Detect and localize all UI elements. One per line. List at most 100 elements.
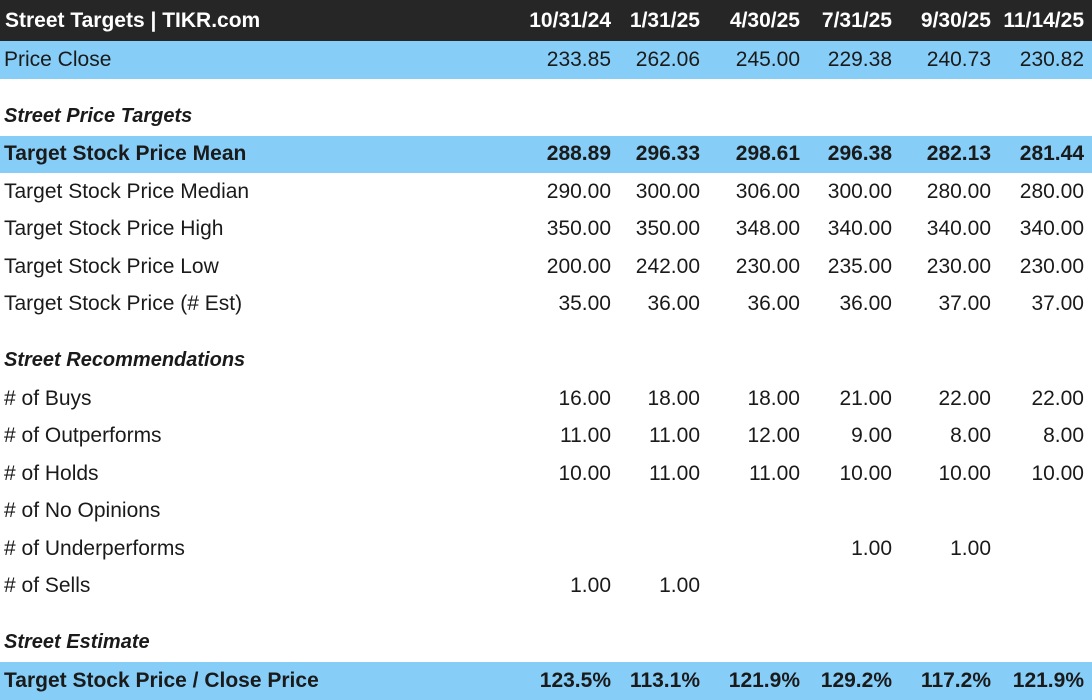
row-value: 298.61	[735, 142, 800, 166]
row-value: 36.00	[839, 292, 892, 316]
row-value: 290.00	[546, 179, 611, 203]
row-label: Target Stock Price Low	[4, 254, 219, 278]
row-label: Price Close	[4, 47, 112, 71]
row-value: 230.00	[926, 254, 991, 278]
section-heading-recommendations: Street Recommendations	[0, 323, 1092, 380]
buys-row: # of Buys 16.00 18.00 18.00 21.00 22.00 …	[0, 380, 1092, 418]
section-title: Street Price Targets	[4, 104, 193, 127]
row-value: 300.00	[827, 179, 892, 203]
sells-row: # of Sells 1.00 1.00	[0, 568, 1092, 606]
row-value: 200.00	[546, 254, 611, 278]
row-value: 340.00	[827, 217, 892, 241]
target-estimates-count-row: Target Stock Price (# Est) 35.00 36.00 3…	[0, 286, 1092, 324]
row-label: Target Stock Price / Close Price	[4, 668, 319, 692]
row-label: Target Stock Price Mean	[4, 142, 247, 166]
row-value: 233.85	[546, 47, 611, 71]
row-label: # of No Opinions	[4, 499, 161, 523]
row-value: 11.00	[560, 424, 611, 448]
row-value: 35.00	[558, 292, 611, 316]
target-low-row: Target Stock Price Low 200.00 242.00 230…	[0, 248, 1092, 286]
row-value: 12.00	[747, 424, 800, 448]
row-value: 22.00	[938, 386, 991, 410]
row-value: 11.00	[649, 461, 700, 485]
row-label: # of Buys	[4, 386, 92, 410]
row-value: 113.1%	[629, 668, 700, 692]
no-opinions-row: # of No Opinions	[0, 493, 1092, 531]
row-value: 117.2%	[920, 668, 991, 692]
row-value: 121.9%	[728, 668, 800, 692]
row-value: 10.00	[558, 461, 611, 485]
row-value: 8.00	[1043, 424, 1084, 448]
underperforms-row: # of Underperforms 1.00 1.00	[0, 530, 1092, 568]
target-median-row: Target Stock Price Median 290.00 300.00 …	[0, 173, 1092, 211]
row-value: 18.00	[647, 386, 700, 410]
date-header: 10/31/24	[529, 8, 611, 32]
row-label: # of Outperforms	[4, 424, 162, 448]
row-value: 1.00	[851, 536, 892, 560]
row-value: 36.00	[747, 292, 800, 316]
row-value: 37.00	[1031, 292, 1084, 316]
holds-row: # of Holds 10.00 11.00 11.00 10.00 10.00…	[0, 455, 1092, 493]
row-label: # of Underperforms	[4, 536, 185, 560]
row-value: 121.9%	[1012, 668, 1084, 692]
row-label: Target Stock Price Median	[4, 179, 250, 203]
date-header: 4/30/25	[729, 8, 800, 32]
outperforms-row: # of Outperforms 11.00 11.00 12.00 9.00 …	[0, 418, 1092, 456]
row-value: 129.2%	[820, 668, 892, 692]
row-value: 235.00	[827, 254, 892, 278]
table-title: Street Targets | TIKR.com	[5, 8, 261, 32]
date-header: 1/31/25	[629, 8, 700, 32]
price-close-row: Price Close 233.85 262.06 245.00 229.38 …	[0, 41, 1092, 79]
date-header: 11/14/25	[1003, 8, 1084, 32]
row-value: 21.00	[839, 386, 892, 410]
row-value: 123.5%	[539, 668, 611, 692]
row-value: 1.00	[659, 574, 700, 598]
table-header: Street Targets | TIKR.com 10/31/24 1/31/…	[0, 0, 1092, 41]
row-value: 18.00	[747, 386, 800, 410]
row-value: 10.00	[1031, 461, 1084, 485]
row-label: Target Stock Price High	[4, 217, 224, 241]
row-value: 36.00	[647, 292, 700, 316]
row-value: 8.00	[950, 424, 991, 448]
date-header: 9/30/25	[920, 8, 991, 32]
row-value: 240.73	[926, 47, 991, 71]
row-value: 288.89	[546, 142, 611, 166]
row-value: 340.00	[926, 217, 991, 241]
row-value: 280.00	[926, 179, 991, 203]
row-value: 340.00	[1019, 217, 1084, 241]
row-value: 306.00	[735, 179, 800, 203]
section-title: Street Estimate	[4, 631, 150, 653]
target-high-row: Target Stock Price High 350.00 350.00 34…	[0, 211, 1092, 249]
row-value: 9.00	[851, 424, 892, 448]
target-to-close-row: Target Stock Price / Close Price 123.5% …	[0, 662, 1092, 700]
date-header: 7/31/25	[821, 8, 892, 32]
row-value: 348.00	[735, 217, 800, 241]
section-heading-price-targets: Street Price Targets	[0, 79, 1092, 136]
row-value: 229.38	[827, 47, 892, 71]
row-value: 350.00	[635, 217, 700, 241]
row-value: 350.00	[546, 217, 611, 241]
row-value: 11.00	[649, 424, 700, 448]
row-label: # of Holds	[4, 461, 99, 485]
row-value: 280.00	[1019, 179, 1084, 203]
row-value: 230.82	[1019, 47, 1084, 71]
row-value: 1.00	[950, 536, 991, 560]
row-value: 296.38	[827, 142, 892, 166]
row-value: 281.44	[1019, 142, 1084, 166]
row-value: 10.00	[839, 461, 892, 485]
row-value: 11.00	[749, 461, 800, 485]
section-heading-estimate: Street Estimate	[0, 605, 1092, 662]
row-value: 16.00	[558, 386, 611, 410]
row-value: 230.00	[1019, 254, 1084, 278]
target-mean-row: Target Stock Price Mean 288.89 296.33 29…	[0, 135, 1092, 173]
section-title: Street Recommendations	[4, 349, 246, 371]
row-value: 242.00	[635, 254, 700, 278]
row-value: 300.00	[635, 179, 700, 203]
row-value: 296.33	[635, 142, 700, 166]
row-value: 262.06	[635, 47, 700, 71]
row-value: 10.00	[938, 461, 991, 485]
row-value: 230.00	[735, 254, 800, 278]
street-targets-table: Street Targets | TIKR.com 10/31/24 1/31/…	[0, 0, 1092, 700]
row-value: 22.00	[1031, 386, 1084, 410]
row-label: # of Sells	[4, 574, 91, 598]
